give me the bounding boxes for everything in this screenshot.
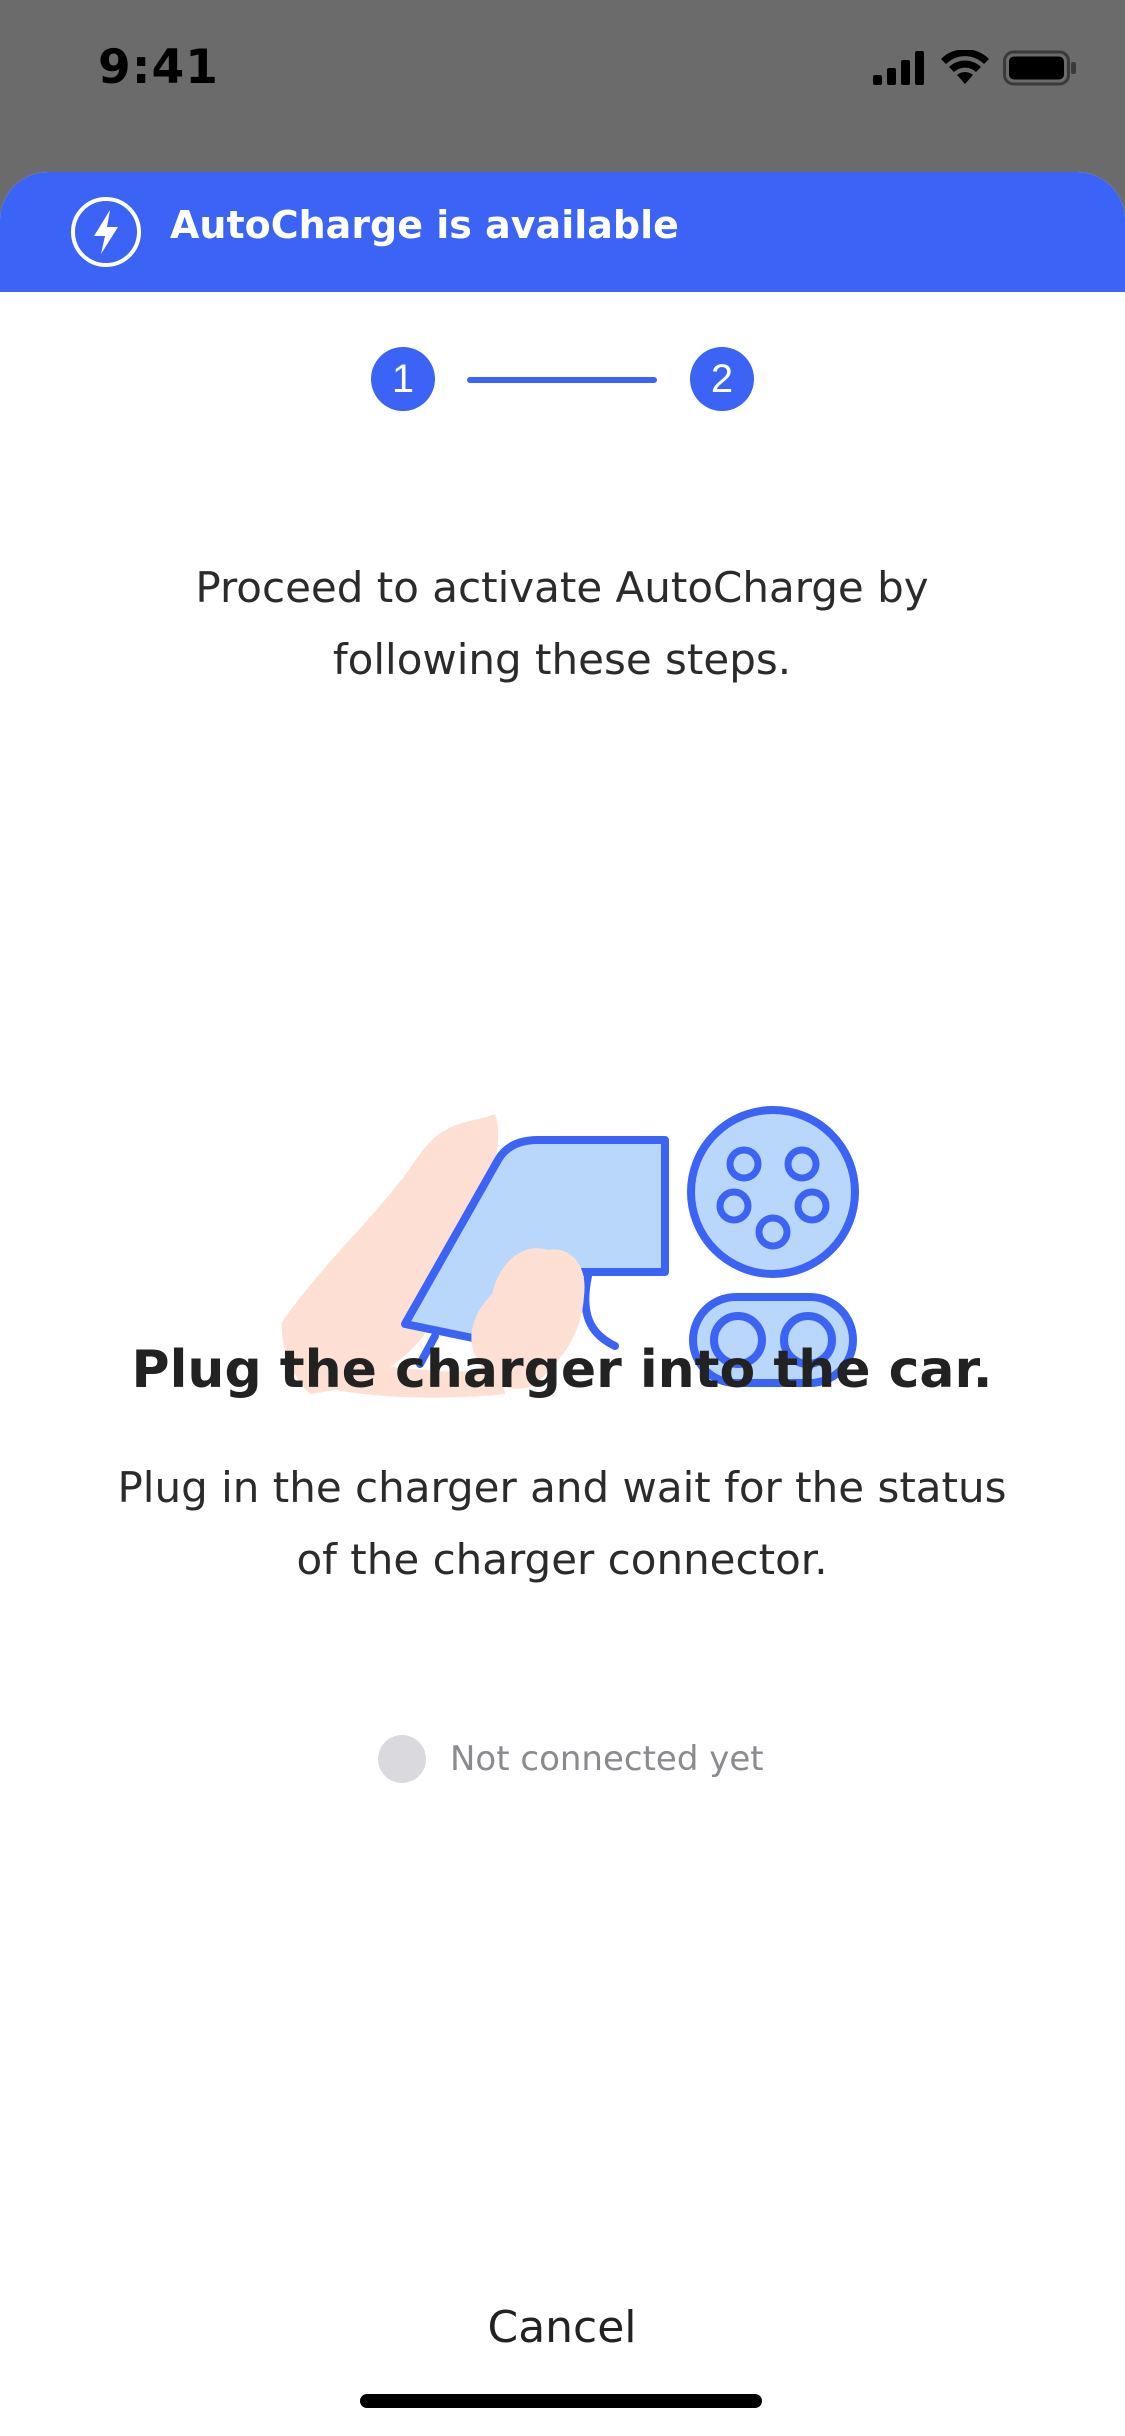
screen: 9:41 AutoCharge is available 1 2 Proceed… — [0, 0, 1125, 2436]
autocharge-banner: AutoCharge is available — [0, 172, 1125, 292]
cellular-signal-icon — [873, 51, 924, 85]
stepper: 1 2 — [0, 344, 1125, 414]
wifi-icon — [941, 50, 989, 84]
home-indicator — [360, 2394, 762, 2408]
status-bar: 9:41 — [0, 0, 1125, 140]
bottom-sheet: AutoCharge is available 1 2 Proceed to a… — [0, 172, 1125, 2436]
connection-status-label: Not connected yet — [450, 1739, 764, 1779]
description-text: Plug in the charger and wait for the sta… — [117, 1463, 1007, 1584]
step-1-indicator: 1 — [371, 347, 435, 411]
status-time: 9:41 — [98, 40, 219, 95]
status-indicator-dot — [378, 1735, 426, 1783]
step-2-indicator: 2 — [690, 347, 754, 411]
stepper-connector-line — [467, 377, 657, 383]
banner-title: AutoCharge is available — [170, 203, 679, 247]
connection-status: Not connected yet — [378, 1734, 764, 1784]
charger-cable — [581, 1272, 619, 1350]
battery-icon — [1003, 50, 1076, 86]
cancel-button[interactable]: Cancel — [412, 2282, 712, 2372]
status-icons — [873, 48, 1077, 88]
intro-text: Proceed to activate AutoCharge by follow… — [195, 563, 929, 684]
lightning-bolt-icon — [71, 197, 141, 267]
headline: Plug the charger into the car. — [131, 1340, 993, 1400]
